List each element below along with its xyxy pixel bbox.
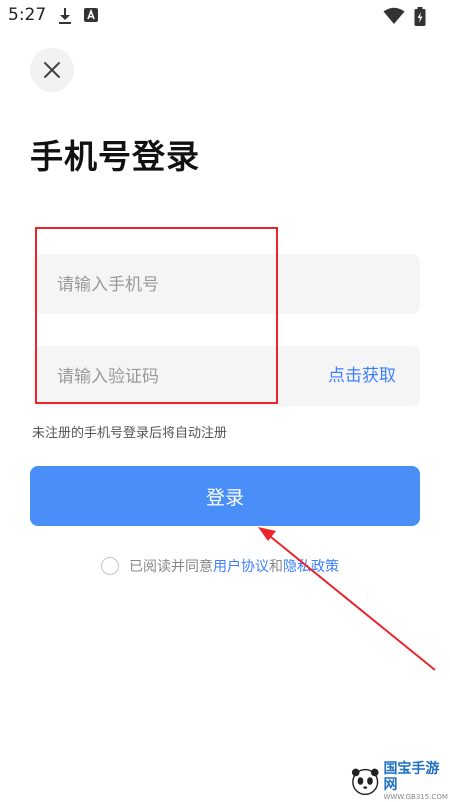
get-code-button[interactable]: 点击获取 bbox=[328, 346, 396, 406]
agreement-prefix: 已阅读并同意 bbox=[129, 559, 213, 575]
watermark-name: 国宝手游网 bbox=[383, 760, 440, 793]
annotation-box bbox=[35, 227, 278, 404]
battery-icon bbox=[414, 7, 426, 26]
status-time: 5:27 bbox=[8, 5, 47, 25]
close-button[interactable] bbox=[30, 48, 74, 92]
privacy-policy-link[interactable]: 隐私政策 bbox=[283, 556, 339, 576]
status-bar: 5:27 bbox=[0, 0, 450, 34]
watermark: 国宝手游网 WWW.GB315.COM bbox=[350, 760, 450, 801]
agreement-row: 已阅读并同意 用户协议 和 隐私政策 bbox=[101, 555, 339, 577]
agreement-checkbox[interactable] bbox=[101, 557, 119, 575]
auto-register-hint: 未注册的手机号登录后将自动注册 bbox=[32, 426, 228, 441]
download-icon bbox=[59, 8, 71, 24]
panda-logo-icon bbox=[351, 768, 379, 796]
notification-a-icon bbox=[84, 8, 98, 22]
wifi-icon bbox=[383, 7, 405, 24]
login-button[interactable]: 登录 bbox=[30, 466, 420, 526]
page-title: 手机号登录 bbox=[30, 137, 200, 176]
close-icon bbox=[44, 62, 60, 78]
user-agreement-link[interactable]: 用户协议 bbox=[213, 556, 269, 576]
agreement-and: 和 bbox=[269, 559, 283, 575]
watermark-url: WWW.GB315.COM bbox=[383, 792, 448, 801]
